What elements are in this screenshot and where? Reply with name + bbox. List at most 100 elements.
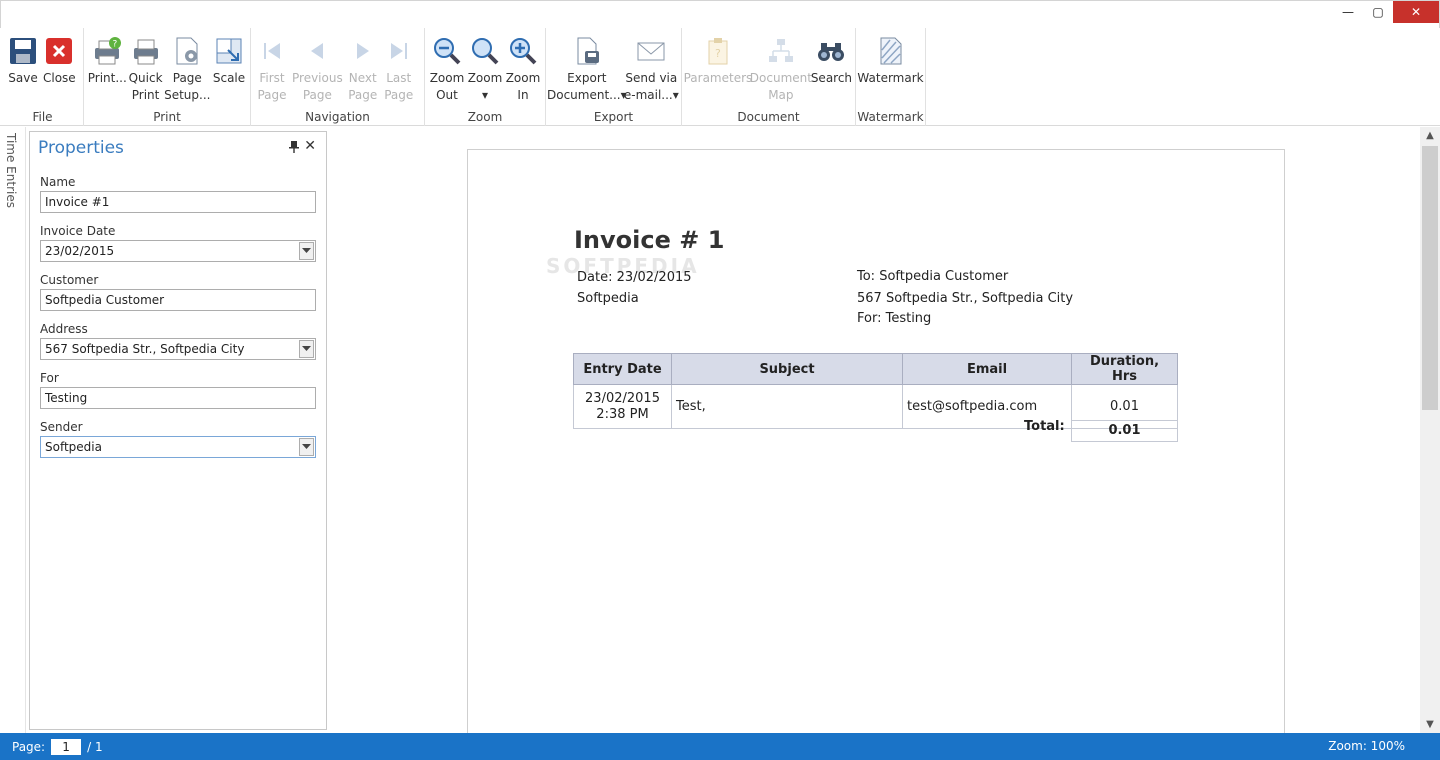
invoice-address-line: 567 Softpedia Str., Softpedia City (857, 291, 1074, 306)
chevron-down-icon[interactable] (299, 438, 314, 456)
scroll-thumb[interactable] (1422, 146, 1438, 410)
field-customer: Customer Softpedia Customer (30, 273, 326, 311)
watermark-label: Watermark (857, 71, 924, 85)
ribbon-group-navigation: First Page Previous Page Next Page Last … (251, 28, 425, 126)
name-input[interactable]: Invoice #1 (40, 191, 316, 213)
invoice-page: SOFTPEDIA Invoice # 1 Date: 23/02/2015 S… (467, 149, 1285, 749)
close-icon (44, 36, 74, 66)
field-address: Address 567 Softpedia Str., Softpedia Ci… (30, 322, 326, 360)
time-entries-side-tab[interactable]: Time Entries (0, 127, 26, 733)
cell-entry-date: 23/02/2015 2:38 PM (573, 384, 672, 429)
invoice-title: Invoice # 1 (574, 226, 725, 254)
sender-select[interactable]: Softpedia (40, 436, 316, 458)
zoom-out-icon (432, 36, 462, 66)
chevron-down-icon[interactable] (299, 340, 314, 358)
time-entries-tab-label: Time Entries (4, 133, 18, 208)
properties-header: Properties ✕ (30, 132, 326, 164)
invoice-date-select[interactable]: 23/02/2015 (40, 240, 316, 262)
document-map-label-1: Document (749, 71, 812, 85)
scroll-down-arrow-icon[interactable]: ▼ (1420, 716, 1440, 733)
ribbon-group-file: Save Close File (2, 28, 84, 126)
field-invoice-date: Invoice Date 23/02/2015 (30, 224, 326, 262)
zoom-label-1: Zoom (467, 71, 503, 85)
document-map-icon (766, 36, 796, 66)
zoom-in-label-2: In (517, 88, 529, 102)
quick-print-icon (131, 36, 161, 66)
customer-input[interactable]: Softpedia Customer (40, 289, 316, 311)
last-page-icon (384, 36, 414, 66)
invoice-date-line: Date: 23/02/2015 (577, 270, 692, 285)
zoom-level-indicator[interactable]: Zoom: 100% (1328, 739, 1405, 753)
for-input[interactable]: Testing (40, 387, 316, 409)
document-preview-area[interactable]: SOFTPEDIA Invoice # 1 Date: 23/02/2015 S… (330, 127, 1420, 749)
parameters-icon: ? (703, 36, 733, 66)
page-number-input[interactable]: 1 (51, 739, 82, 755)
cell-time: 2:38 PM (596, 406, 649, 422)
parameters-label: Parameters (683, 71, 753, 85)
save-label: Save (8, 71, 38, 85)
previous-page-icon (302, 36, 332, 66)
cell-date: 23/02/2015 (585, 390, 660, 406)
first-page-label-1: First (259, 71, 285, 85)
zoom-in-icon (508, 36, 538, 66)
status-bar: Page: 1 / 1 Zoom: 100% (0, 733, 1440, 760)
address-select[interactable]: 567 Softpedia Str., Softpedia City (40, 338, 316, 360)
total-label: Total: (1024, 419, 1065, 434)
group-label-print: Print (153, 110, 181, 124)
field-name: Name Invoice #1 (30, 175, 326, 213)
col-entry-date: Entry Date (573, 353, 672, 385)
save-icon (8, 36, 38, 66)
svg-text:?: ? (113, 40, 118, 50)
minimize-button[interactable]: — (1333, 1, 1363, 23)
page-setup-label-1: Page (172, 71, 202, 85)
total-value: 0.01 (1071, 420, 1178, 442)
invoice-date-label: Invoice Date (40, 224, 116, 238)
close-label: Close (43, 71, 76, 85)
ribbon-group-print: ? Print... Quick Print Page Setup... Sca… (84, 28, 251, 126)
address-value: 567 Softpedia Str., Softpedia City (45, 342, 245, 356)
window-controls: — ▢ ✕ (1333, 1, 1439, 23)
invoice-date-value: 23/02/2015 (45, 244, 115, 258)
export-document-label-2: Document...▾ (547, 88, 627, 102)
send-via-email-label-1: Send via (625, 71, 678, 85)
next-page-label-1: Next (348, 71, 377, 85)
last-page-label-2: Page (384, 88, 414, 102)
send-via-email-label-2: e-mail...▾ (623, 88, 679, 102)
previous-page-label-1: Previous (292, 71, 343, 85)
invoice-to-line: To: Softpedia Customer (857, 269, 1009, 284)
sender-label: Sender (40, 420, 83, 434)
close-window-button[interactable]: ✕ (1393, 1, 1439, 23)
pin-icon[interactable] (289, 141, 299, 156)
binoculars-search-icon (816, 36, 846, 66)
field-name-label: Name (40, 175, 76, 189)
previous-page-label-2: Page (302, 88, 332, 102)
col-email: Email (902, 353, 1072, 385)
group-label-document: Document (737, 110, 800, 124)
table-header-row: Entry Date Subject Email Duration, Hrs (573, 353, 1178, 385)
zoom-out-label-2: Out (436, 88, 458, 102)
scale-icon (214, 36, 244, 66)
page-label: Page: (12, 740, 46, 754)
properties-close-icon[interactable]: ✕ (304, 138, 316, 154)
group-label-export: Export (593, 110, 634, 124)
group-label-navigation: Navigation (305, 110, 370, 124)
first-page-icon (257, 36, 287, 66)
group-label-zoom: Zoom (467, 110, 503, 124)
zoom-out-label-1: Zoom (429, 71, 465, 85)
ribbon-group-export: Export Document...▾ Send via e-mail...▾ … (546, 28, 682, 126)
vertical-scrollbar[interactable]: ▲ ▼ (1420, 127, 1440, 733)
col-subject: Subject (671, 353, 903, 385)
zoom-in-label-1: Zoom (505, 71, 541, 85)
chevron-down-icon[interactable] (299, 242, 314, 260)
email-envelope-icon (636, 36, 666, 66)
properties-panel: Properties ✕ Name Invoice #1 Invoice Dat… (29, 131, 327, 730)
maximize-button[interactable]: ▢ (1363, 1, 1393, 23)
scroll-up-arrow-icon[interactable]: ▲ (1420, 127, 1440, 144)
cell-subject: Test, (671, 384, 903, 429)
invoice-sender: Softpedia (577, 291, 639, 306)
ribbon-group-document: ? Parameters Document Map Search Documen… (682, 28, 856, 126)
export-document-label-1: Export (567, 71, 607, 85)
zoom-icon (470, 36, 500, 66)
group-label-watermark: Watermark (857, 110, 924, 124)
scale-label: Scale (212, 71, 246, 85)
